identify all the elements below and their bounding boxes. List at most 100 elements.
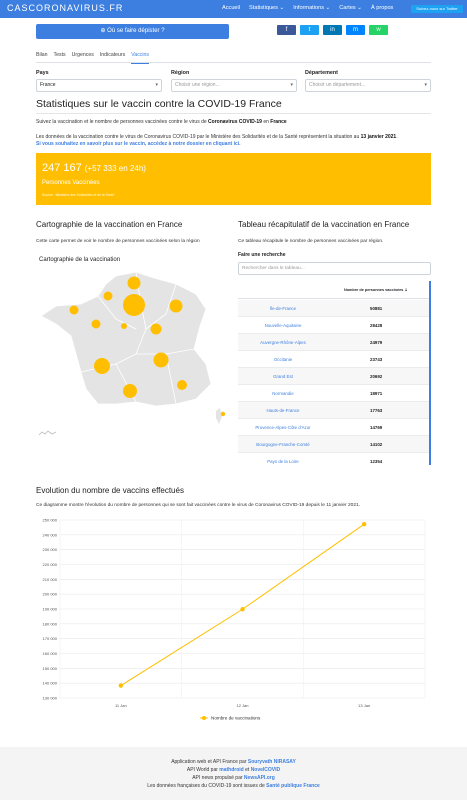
region-link[interactable]: Pays de la Loire [238, 459, 328, 464]
map-marker-bretagne[interactable] [69, 305, 79, 315]
map-card-title: Cartographie de la vaccination [39, 257, 121, 263]
y-tick-label: 180 000 [43, 621, 58, 626]
nav-cartes[interactable]: Cartes ⌄ [339, 5, 362, 11]
map-marker-normandie[interactable] [103, 291, 113, 301]
chevron-down-icon: ▾ [290, 82, 293, 88]
nav-links: Accueil Statistiques ⌄ Informations ⌄ Ca… [222, 5, 393, 11]
region-link[interactable]: Occitanie [238, 357, 328, 362]
region-select[interactable]: Choisir une région... ▾ [171, 79, 297, 92]
table-row[interactable]: Nouvelle-Aquitaine 28428 [238, 317, 429, 334]
messenger-share-button[interactable]: m [346, 25, 365, 35]
pays-value: France [40, 82, 56, 88]
map-marker-centre[interactable] [121, 323, 127, 329]
region-link[interactable]: Bourgogne-Franche-Comté [238, 442, 328, 447]
linkedin-share-button[interactable]: in [323, 25, 342, 35]
map-marker-nouvelle-aquitaine[interactable] [94, 358, 110, 374]
search-label: Faire une recherche [238, 252, 286, 258]
table-row[interactable]: Île-de-France 50881 [238, 300, 429, 317]
table-row[interactable]: Occitanie 23743 [238, 351, 429, 368]
vaccinated-label: Personnes Vaccinées [42, 180, 100, 186]
footer-line-1: Application web et API France par Souryv… [171, 759, 296, 765]
table-row[interactable]: Hauts-de-France 17763 [238, 402, 429, 419]
whatsapp-share-button[interactable]: w [369, 25, 388, 35]
map-marker-pays-de-la-loire[interactable] [91, 319, 101, 329]
vaccine-dossier-link[interactable]: Si vous souhaitez en savoir plus sur le … [36, 141, 241, 148]
data-point [361, 522, 367, 527]
map-marker-paca[interactable] [177, 380, 187, 390]
legend-label: Nombre de vaccinations [211, 716, 261, 721]
y-tick-label: 140 000 [43, 681, 58, 686]
table-row[interactable]: Provence-Alpes-Côte d'Azur 14769 [238, 419, 429, 436]
sante-publique-link[interactable]: Santé publique France [266, 783, 320, 789]
y-tick-label: 250 000 [43, 518, 58, 523]
y-tick-label: 130 000 [43, 696, 58, 701]
site-logo[interactable]: CASCORONAVIRUS.FR [7, 3, 123, 13]
vaccinated-count: 14102 [370, 442, 383, 447]
novelcovid-link[interactable]: NovelCOVID [251, 767, 280, 773]
nav-a-propos[interactable]: À propos [371, 5, 393, 11]
table-section-desc: Ce tableau récapitule le nombre de perso… [238, 239, 384, 244]
table-row[interactable]: Grand Est 20692 [238, 368, 429, 385]
region-link[interactable]: Normandie [238, 391, 328, 396]
nav-accueil[interactable]: Accueil [222, 5, 240, 11]
footer-line-4: Les données françaises du COVID-19 sont … [147, 783, 320, 789]
data-point [118, 683, 124, 688]
y-tick-label: 240 000 [43, 532, 58, 537]
corse-shape [216, 408, 222, 424]
departement-placeholder: Choisir un département... [309, 82, 366, 88]
chevron-down-icon: ▾ [155, 82, 158, 88]
data-point [240, 607, 245, 612]
evolution-title: Evolution du nombre de vaccins effectués [36, 486, 184, 495]
y-tick-label: 160 000 [43, 651, 58, 656]
author-link[interactable]: Souryvath NIRASAY [248, 759, 296, 765]
table-row[interactable]: Auvergne-Rhône-Alpes 24979 [238, 334, 429, 351]
region-placeholder: Choisir une région... [175, 82, 220, 88]
facebook-share-button[interactable]: f [277, 25, 296, 35]
twitter-follow-button[interactable]: Suivez-nous sur Twitter [411, 5, 463, 13]
table-row[interactable]: Bourgogne-Franche-Comté 14102 [238, 436, 429, 453]
nav-statistiques[interactable]: Statistiques ⌄ [249, 5, 284, 11]
map-marker-grand-est[interactable] [169, 299, 183, 313]
pays-select[interactable]: France ▾ [36, 79, 162, 92]
departement-label: Département [305, 70, 338, 76]
map-marker-hauts-de-france[interactable] [127, 276, 141, 290]
region-link[interactable]: Grand Est [238, 374, 328, 379]
y-tick-label: 150 000 [43, 666, 58, 671]
region-link[interactable]: Auvergne-Rhône-Alpes [238, 340, 328, 345]
region-link[interactable]: Provence-Alpes-Côte d'Azur [238, 425, 328, 430]
vaccinated-count: 23743 [370, 357, 383, 362]
table-row[interactable]: Normandie 18971 [238, 385, 429, 402]
title-divider [36, 113, 431, 114]
nav-informations[interactable]: Informations ⌄ [293, 5, 330, 11]
footer-line-2: API World par mathdroid et NovelCOVID [186, 767, 281, 773]
vaccinated-count: 20692 [370, 374, 383, 379]
map-marker-ile-de-france[interactable] [123, 294, 145, 316]
page-title: Statistiques sur le vaccin contre la COV… [36, 98, 282, 110]
evolution-desc: Ce diagramme montre l'évolution du nombr… [36, 503, 360, 508]
table-section-title: Tableau récapitulatif de la vaccination … [238, 220, 410, 229]
y-tick-label: 200 000 [43, 592, 58, 597]
chevron-down-icon: ▾ [424, 82, 427, 88]
y-tick-label: 230 000 [43, 547, 58, 552]
vaccinated-delta: (+57 333 en 24h) [84, 164, 146, 173]
map-marker-occitanie[interactable] [123, 384, 137, 398]
region-link[interactable]: Hauts-de-France [238, 408, 328, 413]
region-link[interactable]: Île-de-France [238, 306, 328, 311]
vaccinated-count: 50881 [370, 306, 383, 311]
table-search-input[interactable]: Rechercher dans le tableau... [238, 262, 431, 275]
map-marker-bourgogne[interactable] [150, 323, 162, 335]
depistage-button[interactable]: ⊕ Où se faire dépister ? [36, 24, 229, 39]
mathdroid-link[interactable]: mathdroid [219, 767, 243, 773]
newsapi-link[interactable]: NewsAPI.org [244, 775, 275, 781]
vaccination-map[interactable]: Cartographie de la vaccination [36, 254, 228, 437]
vaccinated-stat-card: 247 167 (+57 333 en 24h) Personnes Vaccin… [36, 153, 431, 205]
departement-select[interactable]: Choisir un département... ▾ [305, 79, 431, 92]
x-tick-label: 12 Jan [236, 703, 248, 708]
table-row[interactable]: Pays de la Loire 12354 [238, 453, 429, 465]
twitter-share-button[interactable]: t [300, 25, 319, 35]
y-tick-label: 210 000 [43, 577, 58, 582]
region-link[interactable]: Nouvelle-Aquitaine [238, 323, 328, 328]
map-marker-corse[interactable] [220, 411, 226, 417]
table-header[interactable]: Nombre de personnes vaccinées ⇣ [238, 281, 429, 299]
map-marker-auvergne-rhone-alpes[interactable] [153, 352, 169, 368]
